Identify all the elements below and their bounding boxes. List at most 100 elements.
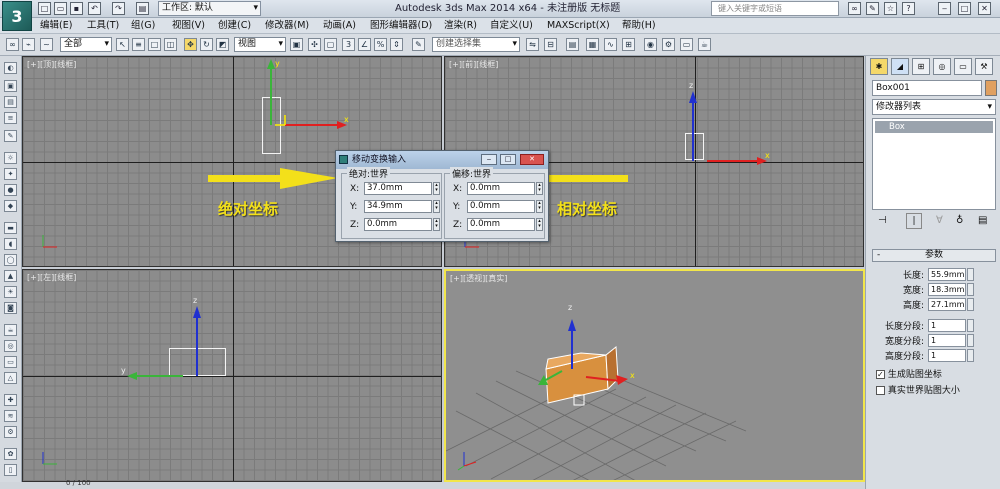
cone-icon[interactable]: ▲ xyxy=(4,270,17,282)
unlink-icon[interactable]: ⌁ xyxy=(22,38,35,51)
cylinder-icon[interactable]: ◖ xyxy=(4,238,17,250)
width-field[interactable]: 18.3mm xyxy=(928,283,966,296)
spinner[interactable] xyxy=(967,268,974,281)
absolute-y-field[interactable]: 34.9mm xyxy=(364,200,432,213)
object-color-swatch[interactable] xyxy=(985,80,997,96)
percent-snap-icon[interactable]: % xyxy=(374,38,387,51)
search-input[interactable]: 键入关键字或短语 xyxy=(711,1,839,16)
shape-icon[interactable]: ◆ xyxy=(4,200,17,212)
menu-animation[interactable]: 动画(A) xyxy=(323,18,356,34)
camera-icon[interactable]: ◙ xyxy=(4,302,17,314)
minimize-icon[interactable]: ‒ xyxy=(938,2,951,15)
stack-item-box[interactable]: Box xyxy=(875,121,993,133)
parameters-rollout-header[interactable]: - 参数 xyxy=(872,249,996,262)
menu-modifiers[interactable]: 修改器(M) xyxy=(265,18,309,34)
curve-editor-icon[interactable]: ∿ xyxy=(604,38,617,51)
spinner[interactable]: ▴ ▾ xyxy=(536,218,543,231)
real-world-map-checkbox[interactable] xyxy=(876,386,885,395)
menu-group[interactable]: 组(G) xyxy=(131,18,155,34)
pivot-center-icon[interactable]: ▣ xyxy=(290,38,303,51)
container-icon[interactable]: ◐ xyxy=(4,62,17,74)
length-field[interactable]: 55.9mm xyxy=(928,268,966,281)
bind-spacewarp-icon[interactable]: ~ xyxy=(40,38,53,51)
box-icon[interactable]: ▬ xyxy=(4,222,17,234)
window-crossing-icon[interactable]: ◫ xyxy=(164,38,177,51)
save-icon[interactable]: ▪ xyxy=(70,2,83,15)
menu-rendering[interactable]: 渲染(R) xyxy=(444,18,477,34)
helper-icon[interactable]: ✚ xyxy=(4,394,17,406)
help-icon[interactable]: ? xyxy=(902,2,915,15)
mirror-icon[interactable]: ⇋ xyxy=(526,38,539,51)
graphite-toggle-icon[interactable]: ▦ xyxy=(586,38,599,51)
layer-manager-icon[interactable]: ▤ xyxy=(566,38,579,51)
menu-help[interactable]: 帮助(H) xyxy=(622,18,656,34)
scene-explorer-icon[interactable]: ▤ xyxy=(4,96,17,108)
fx-icon[interactable]: ☼ xyxy=(4,152,17,164)
modifier-list-dropdown[interactable]: 修改器列表 ▾ xyxy=(872,99,996,115)
move-icon[interactable]: ✥ xyxy=(184,38,197,51)
menu-tools[interactable]: 工具(T) xyxy=(87,18,119,34)
particle-icon[interactable]: ✦ xyxy=(4,168,17,180)
spinner[interactable] xyxy=(967,334,974,347)
absolute-z-field[interactable]: 0.0mm xyxy=(364,218,432,231)
snaps-toggle-icon[interactable]: 3 xyxy=(342,38,355,51)
menu-views[interactable]: 视图(V) xyxy=(172,18,205,34)
select-by-name-icon[interactable]: ≡ xyxy=(132,38,145,51)
menu-edit[interactable]: 编辑(E) xyxy=(40,18,72,34)
menu-customize[interactable]: 自定义(U) xyxy=(490,18,533,34)
page-icon[interactable]: ▯ xyxy=(4,464,17,476)
rotate-icon[interactable]: ↻ xyxy=(200,38,213,51)
redo-icon[interactable]: ↷ xyxy=(112,2,125,15)
project-folder-icon[interactable]: ▤ xyxy=(136,2,149,15)
tools-icon[interactable]: ✎ xyxy=(866,2,879,15)
width-segs-field[interactable]: 1 xyxy=(928,334,966,347)
binoculars-icon[interactable]: ∞ xyxy=(848,2,861,15)
teapot-icon[interactable]: ☕ xyxy=(4,324,17,336)
absolute-x-field[interactable]: 37.0mm xyxy=(364,182,432,195)
close-icon[interactable]: ✕ xyxy=(978,2,991,15)
spinner[interactable]: ▴ ▾ xyxy=(433,200,440,213)
reference-coord-dropdown[interactable]: 视图 ▾ xyxy=(234,37,286,52)
edit-named-selection-icon[interactable]: ✎ xyxy=(412,38,425,51)
spinner-snap-icon[interactable]: ⇕ xyxy=(390,38,403,51)
spinner[interactable]: ▴ ▾ xyxy=(536,182,543,195)
render-production-icon[interactable]: ☕ xyxy=(698,38,711,51)
restore-icon[interactable]: □ xyxy=(958,2,971,15)
viewport-perspective[interactable]: [+][透视][真实] z x xyxy=(444,269,865,482)
show-end-result-icon[interactable]: | xyxy=(906,213,922,229)
align-icon[interactable]: ⊟ xyxy=(544,38,557,51)
offset-z-field[interactable]: 0.0mm xyxy=(467,218,535,231)
spinner[interactable] xyxy=(967,319,974,332)
undo-icon[interactable]: ↶ xyxy=(88,2,101,15)
material-editor-icon[interactable]: ◉ xyxy=(644,38,657,51)
pyramid-icon[interactable]: △ xyxy=(4,372,17,384)
paint-icon[interactable]: ✿ xyxy=(4,448,17,460)
move-transform-dialog[interactable]: 移动变换输入 ‒ □ ✕ 绝对:世界 X: 37.0mm ▴ ▾ Y: 34.9mm ▴ ▾… xyxy=(335,150,549,242)
dialog-close-button[interactable]: ✕ xyxy=(520,154,544,165)
height-field[interactable]: 27.1mm xyxy=(928,298,966,311)
hierarchy-tab-icon[interactable]: ⊞ xyxy=(912,58,930,75)
create-tab-icon[interactable]: ✱ xyxy=(870,58,888,75)
new-file-icon[interactable]: □ xyxy=(38,2,51,15)
offset-y-field[interactable]: 0.0mm xyxy=(467,200,535,213)
torus-icon[interactable]: ◯ xyxy=(4,254,17,266)
menu-maxscript[interactable]: MAXScript(X) xyxy=(547,18,610,34)
remove-modifier-icon[interactable]: ♁ xyxy=(956,215,963,226)
brush-icon[interactable]: ✎ xyxy=(4,130,17,142)
light-icon[interactable]: ☀ xyxy=(4,286,17,298)
spacewarp-icon[interactable]: ≋ xyxy=(4,410,17,422)
open-file-icon[interactable]: ▭ xyxy=(54,2,67,15)
app-logo-icon[interactable]: 3 xyxy=(2,1,32,31)
offset-x-field[interactable]: 0.0mm xyxy=(467,182,535,195)
rendered-frame-icon[interactable]: ▭ xyxy=(680,38,693,51)
spinner[interactable] xyxy=(967,283,974,296)
plane-icon[interactable]: ▭ xyxy=(4,356,17,368)
list-icon[interactable]: ≡ xyxy=(4,112,17,124)
pin-stack-icon[interactable]: ⊣ xyxy=(878,215,887,226)
viewport-left[interactable]: [+][左][线框] z y xyxy=(22,269,442,482)
system-icon[interactable]: ⚙ xyxy=(4,426,17,438)
spinner[interactable]: ▴ ▾ xyxy=(433,218,440,231)
rect-selection-icon[interactable]: □ xyxy=(148,38,161,51)
make-unique-icon[interactable]: ∀ xyxy=(936,215,943,226)
height-segs-field[interactable]: 1 xyxy=(928,349,966,362)
